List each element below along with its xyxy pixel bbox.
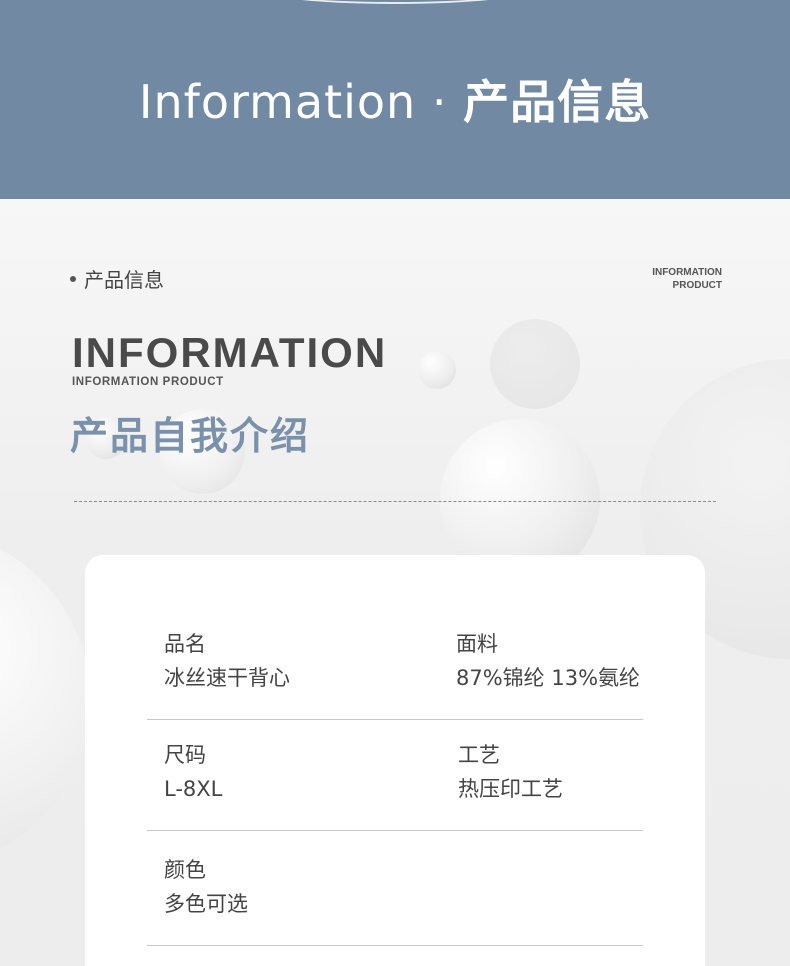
decorative-sphere xyxy=(490,319,580,409)
spec-value: L-8XL xyxy=(164,777,223,801)
dashed-divider xyxy=(74,501,716,502)
spec-label: 尺码 xyxy=(164,743,206,767)
spec-label: 工艺 xyxy=(458,743,500,767)
spec-label: 面料 xyxy=(456,632,498,656)
row-divider xyxy=(147,945,643,946)
spec-item-craft: 工艺 热压印工艺 xyxy=(458,738,563,806)
corner-label-line1: INFORMATION xyxy=(652,267,722,278)
spec-card: 品名 冰丝速干背心 面料 87%锦纶 13%氨纶 尺码 L-8XL 工艺 热压印… xyxy=(85,555,705,966)
section-heading-en: INFORMATION xyxy=(72,329,388,376)
spec-label: 颜色 xyxy=(164,858,206,882)
row-divider xyxy=(147,830,643,831)
spec-value: 热压印工艺 xyxy=(458,777,563,801)
decorative-sphere xyxy=(418,351,456,389)
row-divider xyxy=(147,719,643,720)
section-label: 产品信息 xyxy=(84,268,164,292)
header-title-en: Information xyxy=(138,75,417,129)
spec-item-size: 尺码 L-8XL xyxy=(164,738,222,806)
content-area: 产品信息 INFORMATION PRODUCT INFORMATION INF… xyxy=(0,199,790,966)
spec-item-fabric: 面料 87%锦纶 13%氨纶 xyxy=(456,627,640,695)
section-heading-cn: 产品自我介绍 xyxy=(70,414,311,458)
spec-label: 品名 xyxy=(164,632,206,656)
corner-label-line2: PRODUCT xyxy=(672,280,722,291)
spec-value: 冰丝速干背心 xyxy=(164,666,290,690)
spec-value: 87%锦纶 13%氨纶 xyxy=(456,666,641,690)
spec-item-color: 颜色 多色可选 xyxy=(164,853,248,921)
header-separator: · xyxy=(431,75,448,129)
decorative-sphere xyxy=(0,529,90,869)
header-title: Information · 产品信息 xyxy=(0,66,790,132)
bullet-dot xyxy=(70,276,76,282)
section-subheading-en: INFORMATION PRODUCT xyxy=(72,376,224,388)
decorative-arc xyxy=(250,0,540,4)
spec-item-name: 品名 冰丝速干背心 xyxy=(164,627,290,695)
spec-value: 多色可选 xyxy=(164,892,248,916)
header-title-cn: 产品信息 xyxy=(463,75,652,129)
header-banner: Information · 产品信息 xyxy=(0,0,790,199)
corner-label: INFORMATION PRODUCT xyxy=(652,266,722,292)
